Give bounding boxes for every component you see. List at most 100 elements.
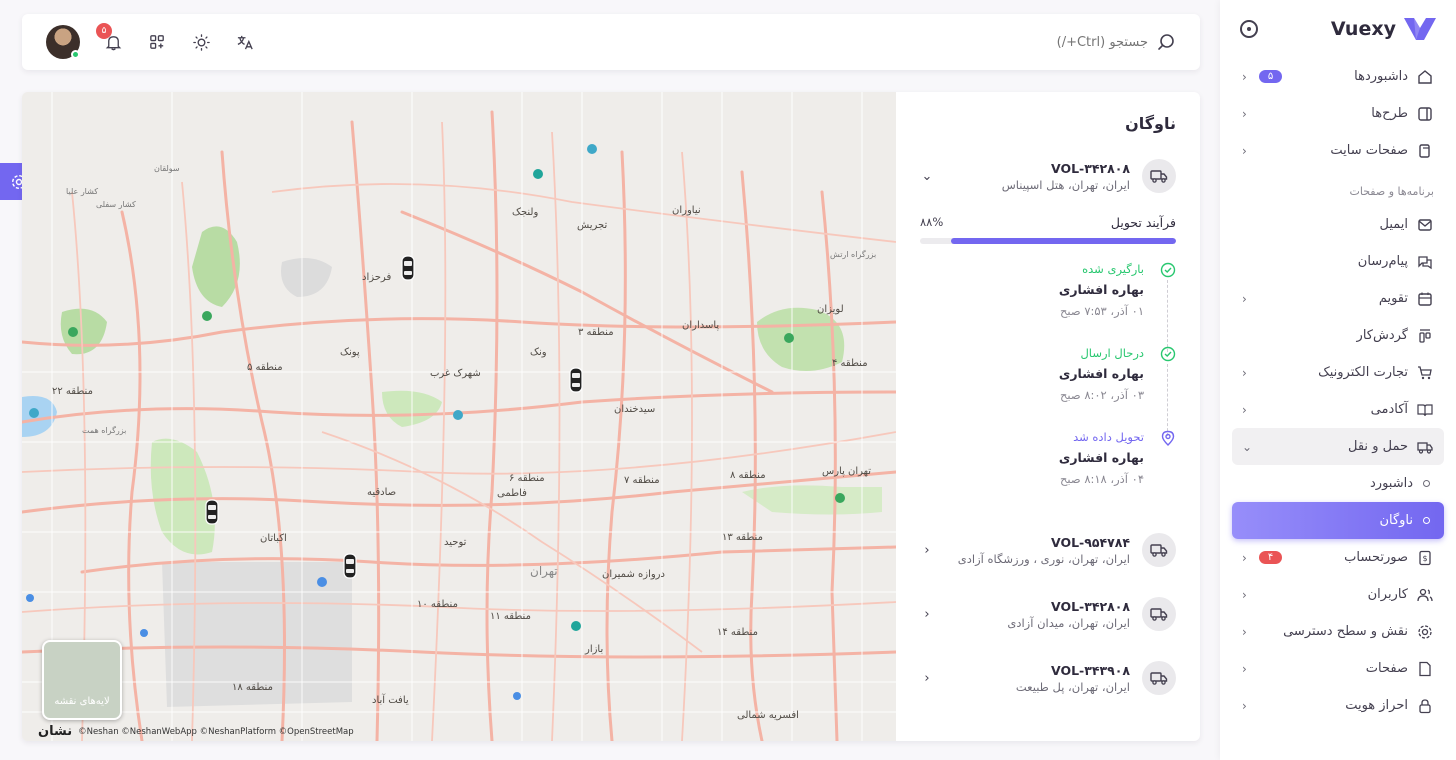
sidebar-item-kanban[interactable]: گردش‌کار (1232, 317, 1444, 354)
chevron-left-icon[interactable]: ‹ (920, 543, 934, 558)
map-label-tehran: تهران (530, 564, 558, 578)
chevron-left-icon[interactable]: ‹ (920, 671, 934, 686)
truck-icon (1142, 159, 1176, 193)
map-label: فرحزاد (362, 272, 392, 283)
vehicle-item[interactable]: VOL-۳۴۲۸۰۸ ایران، تهران، هتل اسپیناس ⌄ (920, 155, 1176, 197)
search-input[interactable] (1028, 34, 1148, 50)
vehicle-marker[interactable] (343, 553, 357, 579)
map-label: لویزان (817, 304, 844, 315)
sidebar-item-calendar[interactable]: تقویم ‹ (1232, 280, 1444, 317)
truck-icon (1142, 597, 1176, 631)
chevron-down-icon[interactable]: ⌄ (920, 169, 934, 184)
sidebar-item-auth[interactable]: احراز هویت ‹ (1232, 687, 1444, 724)
sidebar-item-chat[interactable]: پیام‌رسان (1232, 243, 1444, 280)
vehicle-id: VOL-۳۴۲۸۰۸ (1050, 598, 1130, 614)
sidebar-item-label: آکادمی (1370, 402, 1408, 417)
progress-fill (950, 238, 1176, 244)
chat-icon (1416, 253, 1434, 271)
map-pin-icon (1160, 430, 1176, 446)
search[interactable] (1028, 32, 1176, 52)
timeline-time: ۰۳ آذر، ۸:۰۲ صبح (1060, 388, 1144, 402)
chevron-left-icon: ‹ (1242, 365, 1247, 380)
invoice-icon: $ (1416, 549, 1434, 567)
map-label: افسریه شمالی (737, 710, 799, 721)
sidebar-item-front-pages[interactable]: صفحات سایت ‹ (1232, 132, 1444, 169)
map-label: ولنجک (512, 207, 539, 218)
sidebar-item-label: ایمیل (1379, 217, 1408, 232)
map-label: منطقه ۸ (730, 470, 766, 481)
avatar[interactable] (46, 25, 80, 59)
translate-icon[interactable] (234, 31, 256, 53)
map-attribution: نشان ©Neshan ©NeshanWebApp ©NeshanPlatfo… (38, 724, 354, 739)
truck-icon (1416, 438, 1434, 456)
sidebar-toggle-icon[interactable] (1240, 20, 1258, 38)
brand[interactable]: Vuexy (1220, 0, 1456, 58)
timeline-status: درحال ارسال (1080, 346, 1144, 360)
vehicle-marker[interactable] (569, 367, 583, 393)
map-label: ونک (530, 347, 547, 358)
vehicle-marker[interactable] (205, 499, 219, 525)
sidebar-item-logistics[interactable]: حمل و نقل ⌄ (1232, 428, 1444, 465)
timeline-time: ۰۴ آذر، ۸:۱۸ صبح (1060, 472, 1144, 486)
timeline-name: بهاره افشاری (1058, 450, 1144, 465)
timeline-status: تحویل داده شد (1073, 430, 1144, 444)
timeline-item: درحال ارسال بهاره افشاری ۰۳ آذر، ۸:۰۲ صب… (920, 346, 1176, 436)
sidebar: Vuexy داشبوردها ۵ ‹ طرح‌ها ‹ صفحات سایت … (1220, 0, 1456, 760)
fleet-title: ناوگان (1125, 114, 1176, 133)
sidebar-item-ecommerce[interactable]: تجارت الکترونیک ‹ (1232, 354, 1444, 391)
map-layers-button[interactable]: لایه‌های نقشه (42, 640, 122, 720)
chevron-left-icon[interactable]: ‹ (920, 607, 934, 622)
search-icon (1158, 34, 1174, 50)
sidebar-item-label: صفحات (1365, 661, 1408, 676)
map-label: توحید (444, 537, 467, 548)
map-label: نیاوران (672, 205, 701, 216)
timeline-name: بهاره افشاری (1058, 282, 1144, 297)
map-label: کشار سفلی (96, 200, 136, 209)
map-label: صادقیه (367, 487, 397, 498)
map-label: منطقه ۱۴ (717, 627, 758, 638)
vehicle-item[interactable]: VOL-۹۵۴۷۸۴ ایران، تهران، نوری ، ورزشگاه … (920, 522, 1176, 578)
truck-icon (1142, 661, 1176, 695)
sidebar-item-dashboards[interactable]: داشبوردها ۵ ‹ (1232, 58, 1444, 95)
check-circle-icon (1160, 262, 1176, 278)
sidebar-item-roles[interactable]: نقش و سطح دسترسی ‹ (1232, 613, 1444, 650)
sidebar-subitem-fleet[interactable]: ناوگان (1232, 502, 1444, 539)
vehicle-id: VOL-۳۴۳۹۰۸ (1050, 662, 1130, 678)
online-status-dot (71, 50, 80, 59)
mail-icon (1416, 216, 1434, 234)
sun-icon[interactable] (190, 31, 212, 53)
vehicle-marker[interactable] (401, 255, 415, 281)
sidebar-item-label: نقش و سطح دسترسی (1283, 624, 1408, 639)
vehicle-item[interactable]: VOL-۳۴۳۹۰۸ ایران، تهران، پل طبیعت ‹ (920, 650, 1176, 706)
map-layers-label: لایه‌های نقشه (54, 696, 110, 707)
map[interactable]: فرحزاد ولنجک تجریش نیاوران منطقه ۳ پاسدا… (22, 92, 896, 741)
vehicle-id: VOL-۳۴۲۸۰۸ (1050, 160, 1130, 176)
timeline-item: بارگیری شده بهاره افشاری ۰۱ آذر، ۷:۵۳ صب… (920, 262, 1176, 352)
sidebar-item-invoice[interactable]: $ صورتحساب ۴ ‹ (1232, 539, 1444, 576)
timeline-item: تحویل داده شد بهاره افشاری ۰۴ آذر، ۸:۱۸ … (920, 430, 1176, 514)
map-label: دروازه شمیران (602, 569, 665, 580)
chevron-left-icon: ‹ (1242, 143, 1247, 158)
sidebar-item-email[interactable]: ایمیل (1232, 206, 1444, 243)
bell-icon[interactable]: ۵ (96, 23, 124, 53)
vehicle-location: ایران، تهران، پل طبیعت (1015, 679, 1130, 694)
sidebar-item-layouts[interactable]: طرح‌ها ‹ (1232, 95, 1444, 132)
circle-icon (1423, 480, 1430, 487)
sidebar-subitem-dashboard[interactable]: داشبورد (1232, 465, 1444, 502)
sidebar-item-pages[interactable]: صفحات ‹ (1232, 650, 1444, 687)
sidebar-item-label: ناوگان (1379, 513, 1413, 528)
notification-count-badge: ۵ (96, 23, 112, 39)
sidebar-item-users[interactable]: کاربران ‹ (1232, 576, 1444, 613)
map-label: منطقه ۵ (247, 362, 283, 373)
map-label: منطقه ۴ (832, 358, 868, 369)
map-label: بازار (585, 644, 604, 655)
delivery-timeline: بارگیری شده بهاره افشاری ۰۱ آذر، ۷:۵۳ صب… (920, 262, 1176, 514)
neshan-logo: نشان (38, 724, 73, 739)
attribution-text[interactable]: ©Neshan ©NeshanWebApp ©NeshanPlatform ©O… (78, 727, 354, 737)
vehicle-location: ایران، تهران، نوری ، ورزشگاه آزادی (957, 551, 1130, 566)
shortcuts-icon[interactable] (146, 31, 168, 53)
sidebar-item-academy[interactable]: آکادمی ‹ (1232, 391, 1444, 428)
dashboards-badge: ۵ (1258, 70, 1283, 83)
map-label: منطقه ۳ (578, 327, 614, 338)
vehicle-item[interactable]: VOL-۳۴۲۸۰۸ ایران، تهران، میدان آزادی ‹ (920, 586, 1176, 642)
